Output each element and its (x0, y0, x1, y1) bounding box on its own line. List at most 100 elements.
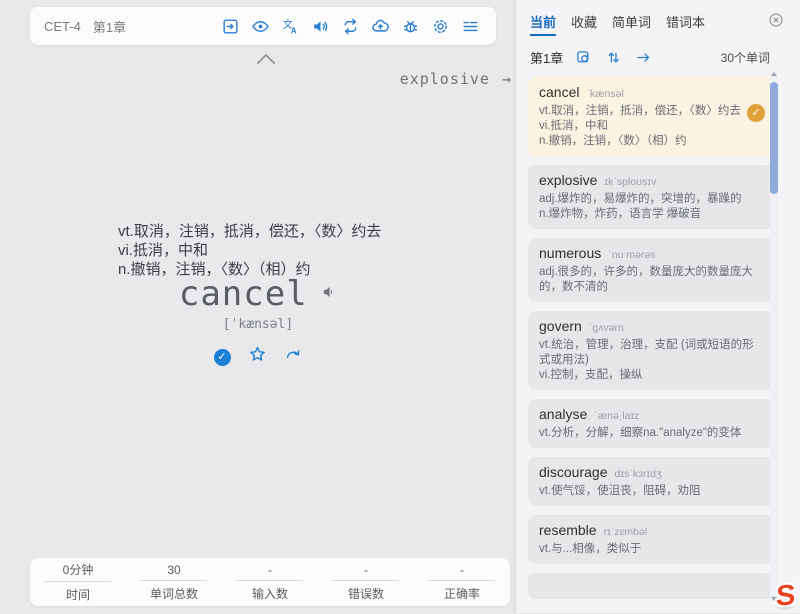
stat-value: - (237, 563, 303, 581)
current-word: cancel (179, 274, 308, 314)
stat-value: 0分钟 (45, 561, 111, 582)
word-card[interactable]: analyse ˈænəˌlaɪz vt.分析，分解，细察na."analyze"… (528, 399, 774, 448)
sogou-input-logo[interactable]: S (775, 579, 796, 613)
sidebar-tab-2[interactable]: 简单词 (612, 12, 651, 34)
list-controls: 第1章 30个单词 (530, 47, 770, 67)
sidebar-chapter-label: 第1章 (530, 48, 563, 67)
word-card-phonetic: dɪsˈkɜrɪdʒ (615, 468, 662, 480)
svg-text:A: A (291, 26, 297, 35)
stats-bar: 0分钟 时间 30 单词总数 - 输入数 - 错误数 - 正确率 (30, 558, 510, 606)
stat-item: - 错误数 (318, 563, 414, 602)
word-card-definition-line: vt.分析，分解，细察na."analyze"的变体 (539, 426, 763, 441)
stat-item: - 正确率 (414, 563, 510, 602)
pronounce-speaker-icon[interactable] (321, 284, 337, 305)
current-word-block: cancel [ˈkænsəl] ✓ (0, 274, 516, 369)
skip-redo-icon[interactable] (284, 345, 303, 369)
eye-icon[interactable] (249, 15, 272, 38)
word-card-phonetic: ɪkˈsploʊsɪv (604, 176, 656, 188)
stat-label: 输入数 (252, 581, 288, 602)
word-card[interactable]: resemblerɪˈzɛmbəl vt.与...相像，类似于 ✓ (528, 515, 774, 564)
word-card[interactable]: cancelˈkænsəl vt.取消，注销，抵消，偿还，〈数〉约去vi.抵消，… (528, 77, 774, 156)
collapse-chevron-up-icon[interactable] (256, 52, 276, 71)
cloud-upload-icon[interactable] (369, 15, 392, 38)
word-card-head: resemblerɪˈzɛmbəl (539, 522, 763, 540)
bug-icon[interactable] (399, 15, 422, 38)
stat-value: - (333, 563, 399, 581)
word-card-definition-line: vi.控制，支配，操纵 (539, 368, 763, 383)
stat-item: 30 单词总数 (126, 563, 222, 602)
word-card-title: analyse (539, 406, 587, 422)
word-card-partial[interactable] (528, 573, 774, 599)
stat-item: - 输入数 (222, 563, 318, 602)
stat-item: 0分钟 时间 (30, 561, 126, 603)
sidebar-tab-3[interactable]: 错词本 (666, 12, 705, 34)
word-card-phonetic: ˈænəˌlaɪz (594, 410, 639, 422)
sidebar-tab-1[interactable]: 收藏 (571, 12, 597, 34)
word-card-definitions: vt.取消，注销，抵消，偿还，〈数〉约去vi.抵消，中和n.撤销，注销，〈数〉（… (539, 104, 763, 149)
word-card-phonetic: ˈnuːmərəs (608, 249, 655, 261)
scrollbar-thumb[interactable] (770, 82, 778, 194)
word-card-definitions: vt.与...相像，类似于 (539, 542, 763, 557)
word-card-definition-line: vt.取消，注销，抵消，偿还，〈数〉约去 (539, 104, 763, 119)
word-card[interactable]: discouragedɪsˈkɜrɪdʒ vt.使气馁，使沮丧，阻碍，劝阻 ✓ (528, 457, 774, 506)
word-card[interactable]: govern ˈgʌvərn vt.统治，管理，治理，支配 (词或短语的形式或用法… (528, 311, 774, 390)
stat-label: 错误数 (348, 581, 384, 602)
word-card-definition-line: vt.与...相像，类似于 (539, 542, 763, 557)
menu-lines-icon[interactable] (459, 15, 482, 38)
word-card[interactable]: numerous ˈnuːmərəs adj.很多的，许多的，数量庞大的数量庞大的… (528, 238, 774, 302)
sidebar-scrollbar[interactable] (770, 74, 778, 599)
current-word-definitions: vt.取消，注销，抵消，偿还，〈数〉约去 vi.抵消，中和 n.撤销，注销，〈数… (118, 222, 381, 279)
word-card-definitions: vt.使气馁，使沮丧，阻碍，劝阻 (539, 484, 763, 499)
course-chapter: CET-4 第1章 (44, 17, 126, 36)
word-card-title: explosive (539, 172, 597, 188)
word-card-definition-line: adj.很多的，许多的，数量庞大的数量庞大的，数不清的 (539, 265, 763, 295)
scrollbar-up-arrow-icon[interactable] (771, 72, 777, 76)
word-card-phonetic: ˈkænsəl (586, 88, 623, 100)
word-card-definition-line: vi.抵消，中和 (539, 119, 763, 134)
refresh-chapter-icon[interactable] (573, 47, 593, 67)
sort-icon[interactable] (603, 47, 623, 67)
speaker-icon[interactable] (309, 15, 332, 38)
jump-arrow-icon[interactable] (633, 47, 653, 67)
word-card-definition-line: n.爆炸物，炸药，语言学 爆破音 (539, 207, 763, 222)
word-card-head: discouragedɪsˈkɜrɪdʒ (539, 464, 763, 482)
word-card-head: govern ˈgʌvərn (539, 318, 763, 336)
close-sidebar-icon[interactable] (768, 12, 784, 33)
word-card-definitions: adj.很多的，许多的，数量庞大的数量庞大的，数不清的 (539, 265, 763, 295)
word-card-head: numerous ˈnuːmərəs (539, 245, 763, 263)
word-card-definitions: vt.统治，管理，治理，支配 (词或短语的形式或用法)vi.控制，支配，操纵 (539, 338, 763, 383)
word-card-head: cancelˈkænsəl (539, 84, 763, 102)
chapter-name: 第1章 (93, 17, 126, 36)
word-card-phonetic: rɪˈzɛmbəl (604, 526, 648, 538)
current-word-phonetic: [ˈkænsəl] (0, 317, 516, 332)
word-card-phonetic: ˈgʌvərn (589, 322, 624, 334)
toolbar-icons: 文A (219, 15, 482, 38)
word-card-title: numerous (539, 245, 601, 261)
loop-icon[interactable] (339, 15, 362, 38)
word-list-sidebar: 当前收藏简单词错词本 第1章 30个单词 cancelˈkænsəl vt.取消… (516, 0, 800, 613)
favorite-star-icon[interactable] (248, 345, 267, 369)
next-word-label: explosive (400, 70, 490, 88)
word-card-definitions: vt.分析，分解，细察na."analyze"的变体 (539, 426, 763, 441)
definition-line: vt.取消，注销，抵消，偿还，〈数〉约去 (118, 222, 381, 241)
word-card-title: govern (539, 318, 582, 334)
word-card-head: explosive ɪkˈsploʊsɪv (539, 172, 763, 190)
definition-line: vi.抵消，中和 (118, 241, 381, 260)
word-card[interactable]: explosive ɪkˈsploʊsɪv adj.爆炸的，易爆炸的，突增的，暴躁… (528, 165, 774, 229)
stat-label: 时间 (66, 582, 90, 603)
learned-check-icon: ✓ (747, 104, 765, 122)
stat-label: 单词总数 (150, 581, 198, 602)
word-card-definition-line: vt.使气馁，使沮丧，阻碍，劝阻 (539, 484, 763, 499)
stat-label: 正确率 (444, 581, 480, 602)
stat-value: 30 (141, 563, 207, 581)
gear-icon[interactable] (429, 15, 452, 38)
sidebar-tabs: 当前收藏简单词错词本 (530, 12, 705, 36)
word-card-definitions: adj.爆炸的，易爆炸的，突增的，暴躁的n.爆炸物，炸药，语言学 爆破音 (539, 192, 763, 222)
enter-box-icon[interactable] (219, 15, 242, 38)
translate-icon[interactable]: 文A (279, 15, 302, 38)
stat-value: - (429, 563, 495, 581)
course-name: CET-4 (44, 19, 81, 34)
sidebar-tab-0[interactable]: 当前 (530, 12, 556, 36)
mark-known-check-icon[interactable]: ✓ (214, 349, 231, 366)
next-arrow-icon: → (502, 70, 512, 88)
